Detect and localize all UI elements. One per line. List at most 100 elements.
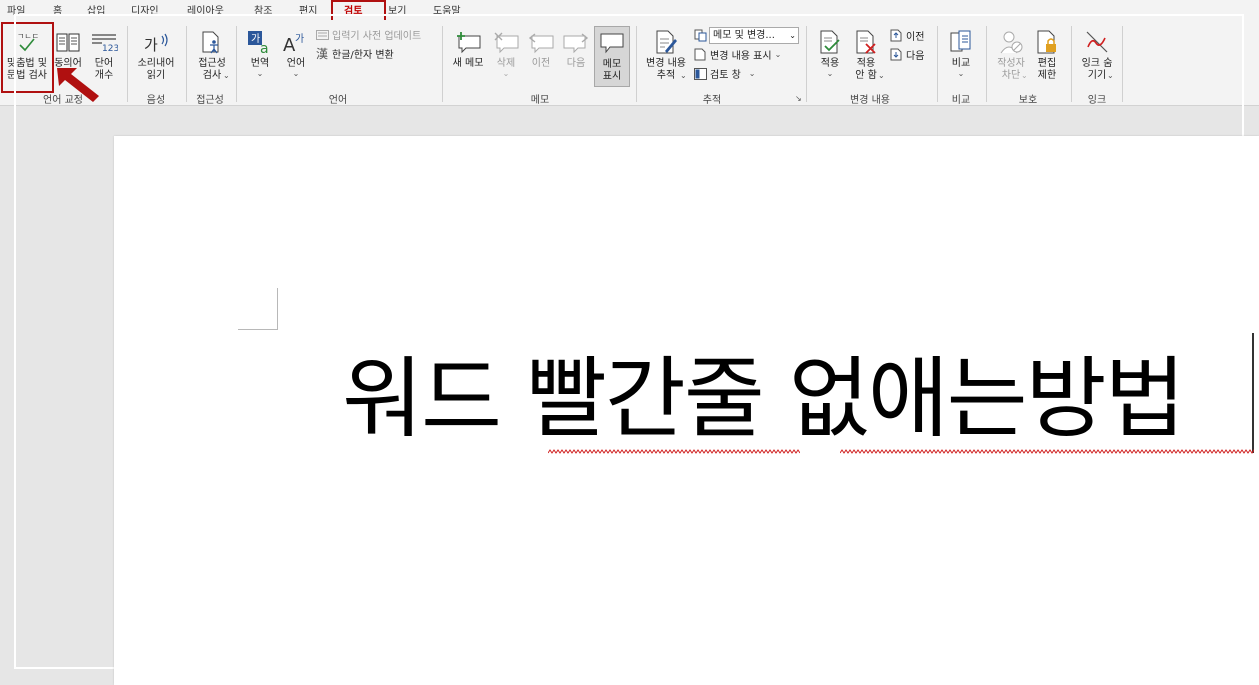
chevron-down-icon: ⌄: [878, 71, 885, 80]
group-separator: [1071, 26, 1072, 102]
ime-dictionary-update-button[interactable]: 입력기 사전 업데이트: [315, 26, 421, 43]
next-comment-icon: [561, 28, 591, 56]
group-label-comments: 메모: [530, 95, 550, 106]
spelling-button-highlight: [1, 22, 54, 93]
previous-change-icon: [889, 29, 903, 43]
compare-button[interactable]: 비교 ⌄: [944, 28, 978, 78]
spelling-error-underline: [548, 449, 800, 454]
frame-line: [14, 14, 16, 669]
chevron-down-icon: ⌄: [1021, 71, 1028, 80]
accessibility-check-button[interactable]: 접근성 검사 ⌄: [191, 28, 233, 82]
previous-change-label: 이전: [906, 32, 925, 43]
chevron-down-icon: ⌄: [292, 69, 300, 78]
chevron-down-icon: ⌄: [774, 49, 782, 59]
keyboard-icon: [315, 28, 329, 42]
margin-corner-mark: [238, 329, 278, 330]
accept-icon: [815, 28, 845, 56]
block-authors-button[interactable]: 작성자 차단 ⌄: [992, 28, 1030, 82]
hangul-hanja-convert-label: 한글/한자 변환: [332, 50, 394, 61]
accept-change-button[interactable]: 적용 ⌄: [814, 28, 846, 78]
show-markup-icon: [693, 48, 707, 62]
reject-change-label: 적용 안 함: [855, 58, 877, 81]
group-label-compare: 비교: [951, 95, 971, 106]
hanja-icon: 漢: [315, 47, 328, 61]
previous-change-button[interactable]: 이전: [889, 27, 924, 44]
svg-text:가: 가: [251, 33, 260, 45]
red-arrow-icon: [57, 68, 99, 102]
frame-line: [14, 14, 1244, 16]
previous-comment-button[interactable]: 이전: [525, 28, 557, 70]
frame-line: [1242, 14, 1244, 136]
group-separator: [236, 26, 237, 102]
restrict-editing-icon: [1032, 28, 1062, 56]
new-comment-label: 새 메모: [452, 58, 484, 69]
margin-corner-mark: [277, 288, 278, 330]
chevron-down-icon: ⌄: [680, 71, 687, 80]
read-aloud-button[interactable]: 가 소리내어 읽기: [133, 28, 179, 82]
review-tab-highlight: [331, 0, 386, 22]
word-window: 파일 홈 삽입 디자인 레이아웃 참조 편지 검토 보기 도움말 ㄱㄴㄷ 맞춤법…: [0, 0, 1259, 685]
chevron-down-icon: ⌄: [748, 68, 756, 78]
delete-comment-button[interactable]: 삭제 ⌄: [490, 28, 522, 78]
group-separator: [1122, 26, 1123, 102]
group-label-changes: 변경 내용: [850, 95, 890, 106]
document-body-text[interactable]: 워드 빨간줄 없애는방법: [342, 344, 1186, 454]
restrict-editing-label: 편집 제한: [1037, 58, 1057, 81]
chevron-down-icon: ⌄: [256, 69, 264, 78]
display-for-review-value: 메모 및 변경...: [713, 30, 775, 41]
language-icon: A가: [281, 28, 311, 56]
word-count-icon: 123: [89, 28, 119, 56]
block-authors-icon: [996, 28, 1026, 56]
translate-button[interactable]: 가a 번역 ⌄: [242, 28, 278, 78]
group-separator: [186, 26, 187, 102]
group-label-protect: 보호: [1018, 95, 1038, 106]
chevron-down-icon: ⌄: [502, 69, 510, 78]
next-change-button[interactable]: 다음: [889, 46, 924, 63]
group-label-tracking: 추적: [702, 95, 722, 106]
translate-icon: 가a: [245, 28, 275, 56]
compare-icon: [946, 28, 976, 56]
hangul-hanja-convert-button[interactable]: 漢 한글/한자 변환: [315, 45, 394, 62]
track-changes-button[interactable]: 변경 내용 추적 ⌄: [642, 28, 690, 82]
show-markup-button[interactable]: 변경 내용 표시 ⌄: [693, 46, 781, 63]
frame-line: [14, 667, 116, 669]
reviewing-pane-button[interactable]: 검토 창 ⌄: [693, 65, 755, 82]
spelling-error-underline: [840, 449, 1254, 454]
new-comment-icon: [453, 28, 483, 56]
accessibility-icon: [197, 28, 227, 56]
svg-text:가: 가: [144, 36, 158, 53]
dialog-launcher-icon[interactable]: ↘: [795, 94, 802, 103]
chevron-down-icon: ⌄: [1107, 71, 1114, 80]
display-for-review-icon: [693, 29, 707, 43]
accessibility-check-label: 접근성 검사: [198, 58, 226, 81]
svg-text:가: 가: [295, 33, 304, 45]
group-separator: [937, 26, 938, 102]
next-change-label: 다음: [906, 51, 925, 62]
previous-comment-label: 이전: [531, 58, 551, 69]
chevron-down-icon: ⌄: [223, 71, 230, 80]
next-change-icon: [889, 48, 903, 62]
reviewing-pane-icon: [693, 67, 707, 81]
next-comment-button[interactable]: 다음: [560, 28, 592, 70]
text-cursor: [1252, 333, 1254, 453]
chevron-down-icon: ⌄: [826, 69, 834, 78]
hide-ink-button[interactable]: 잉크 숨 기기 ⌄: [1076, 28, 1118, 82]
language-button[interactable]: A가 언어 ⌄: [280, 28, 312, 78]
show-markup-label: 변경 내용 표시: [710, 51, 772, 62]
group-label-language: 언어: [328, 95, 348, 106]
show-comments-button[interactable]: 메모 표시: [594, 26, 630, 87]
group-separator: [806, 26, 807, 102]
svg-text:123: 123: [102, 44, 118, 53]
group-separator: [636, 26, 637, 102]
display-for-review-select[interactable]: 메모 및 변경... ⌄: [709, 27, 799, 44]
reject-change-button[interactable]: 적용 안 함 ⌄: [848, 28, 885, 82]
show-comments-icon: [597, 29, 627, 57]
ime-dictionary-update-label: 입력기 사전 업데이트: [332, 31, 422, 42]
new-comment-button[interactable]: 새 메모: [449, 28, 487, 70]
group-separator: [986, 26, 987, 102]
group-label-ink: 잉크: [1087, 95, 1107, 106]
svg-text:a: a: [260, 41, 269, 55]
previous-comment-icon: [526, 28, 556, 56]
restrict-editing-button[interactable]: 편집 제한: [1032, 28, 1062, 82]
ribbon-tab-bar: 파일 홈 삽입 디자인 레이아웃 참조 편지 검토 보기 도움말: [0, 0, 1259, 22]
